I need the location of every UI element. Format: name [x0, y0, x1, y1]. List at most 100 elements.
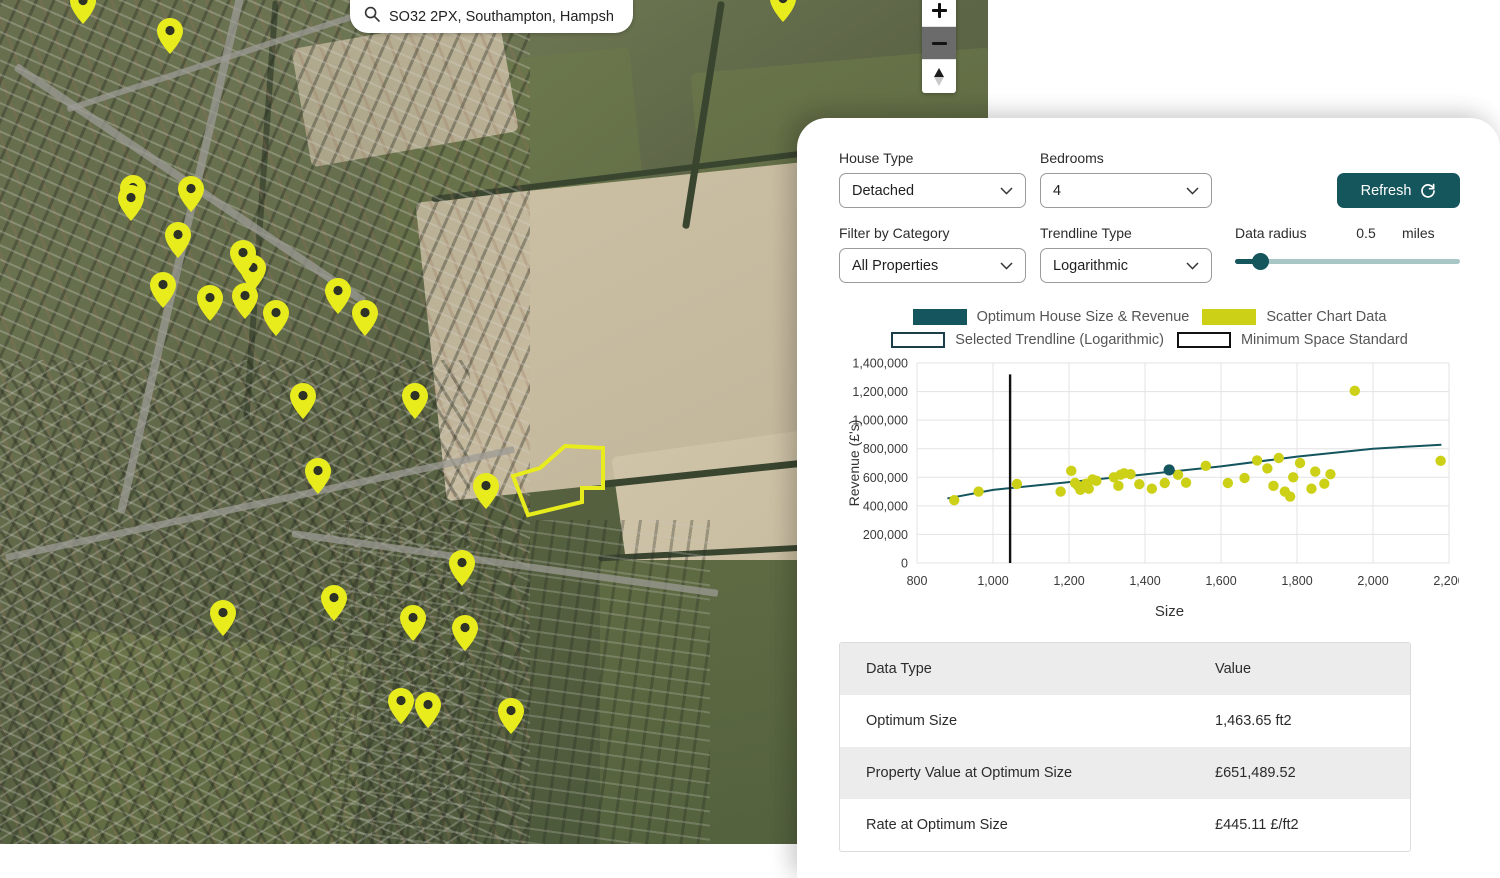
map-pin[interactable]: [210, 600, 236, 636]
scatter-point[interactable]: [1325, 469, 1335, 479]
scatter-point[interactable]: [1350, 386, 1360, 396]
scatter-point[interactable]: [1091, 476, 1101, 486]
map-pin[interactable]: [165, 222, 191, 258]
scatter-point[interactable]: [1113, 481, 1123, 491]
map-pin[interactable]: [178, 176, 204, 212]
scatter-point[interactable]: [1252, 455, 1262, 465]
scatter-point[interactable]: [1262, 463, 1272, 473]
scatter-point[interactable]: [1055, 486, 1065, 496]
slider-thumb[interactable]: [1252, 253, 1269, 270]
table-header-row: Data Type Value: [840, 643, 1410, 695]
scatter-point[interactable]: [1084, 484, 1094, 494]
legend-item-optimum[interactable]: Optimum House Size & Revenue: [913, 309, 1190, 325]
scatter-point[interactable]: [1012, 479, 1022, 489]
map-pin[interactable]: [449, 550, 475, 586]
bedrooms-select[interactable]: 4: [1040, 173, 1212, 208]
map-pin[interactable]: [157, 18, 183, 54]
map-pin[interactable]: [197, 285, 223, 321]
data-radius-label: Data radius: [1235, 225, 1330, 241]
scatter-chart[interactable]: 0200,000400,000600,000800,0001,000,0001,…: [839, 355, 1460, 607]
chevron-down-icon: [1000, 187, 1013, 195]
map-zoom-controls[interactable]: [922, 0, 956, 93]
map-pin[interactable]: [150, 272, 176, 308]
map-pin[interactable]: [305, 458, 331, 494]
scatter-point[interactable]: [1274, 453, 1284, 463]
x-axis-tick-label: 2,000: [1357, 574, 1388, 588]
table-cell-data-type: Property Value at Optimum Size: [840, 765, 1215, 781]
map-pin[interactable]: [388, 688, 414, 724]
trendline-type-label: Trendline Type: [1040, 225, 1212, 241]
scatter-point[interactable]: [1181, 478, 1191, 488]
plus-icon: [932, 3, 947, 18]
x-axis-tick-label: 2,200: [1433, 574, 1459, 588]
table-row: Rate at Optimum Size£445.11 £/ft2: [840, 799, 1410, 851]
scatter-point[interactable]: [1147, 484, 1157, 494]
scatter-point[interactable]: [1066, 466, 1076, 476]
scatter-point[interactable]: [1435, 456, 1445, 466]
map-pin[interactable]: [415, 692, 441, 728]
legend-row-1: Optimum House Size & Revenue Scatter Cha…: [839, 309, 1460, 325]
scatter-point[interactable]: [1310, 466, 1320, 476]
scatter-point[interactable]: [1134, 479, 1144, 489]
zoom-out-button[interactable]: [922, 27, 956, 60]
data-radius-slider[interactable]: [1235, 254, 1460, 268]
map-pin[interactable]: [325, 278, 351, 314]
legend-item-minimum-space[interactable]: Minimum Space Standard: [1177, 332, 1408, 348]
map-pin[interactable]: [290, 383, 316, 419]
scatter-point[interactable]: [1306, 484, 1316, 494]
scatter-point[interactable]: [1319, 479, 1329, 489]
map-pin[interactable]: [321, 585, 347, 621]
filter-category-select[interactable]: All Properties: [839, 248, 1026, 283]
chevron-down-icon: [1186, 262, 1199, 270]
scatter-point[interactable]: [1223, 478, 1233, 488]
legend-swatch-minimum-space: [1177, 332, 1231, 348]
address-search-bar[interactable]: SO32 2PX, Southampton, Hampsh: [350, 0, 633, 33]
scatter-point[interactable]: [1295, 458, 1305, 468]
map-pin[interactable]: [263, 300, 289, 336]
scatter-point[interactable]: [1288, 472, 1298, 482]
scatter-point[interactable]: [1239, 473, 1249, 483]
y-axis-tick-label: 1,200,000: [852, 385, 908, 399]
chart-svg[interactable]: 0200,000400,000600,000800,0001,000,0001,…: [839, 355, 1459, 607]
legend-label-scatter: Scatter Chart Data: [1266, 309, 1386, 325]
map-pin[interactable]: [232, 283, 258, 319]
table-header-value: Value: [1215, 661, 1410, 677]
data-radius-readout: Data radius 0.5 miles: [1235, 225, 1460, 241]
scatter-point[interactable]: [1160, 478, 1170, 488]
map-pin[interactable]: [400, 605, 426, 641]
map-pin[interactable]: [70, 0, 96, 24]
map-pin[interactable]: [352, 300, 378, 336]
data-radius-group: Data radius 0.5 miles: [1226, 225, 1460, 283]
map-pin[interactable]: [473, 473, 499, 509]
table-row: Property Value at Optimum Size£651,489.5…: [840, 747, 1410, 799]
house-type-group: House Type Detached: [839, 150, 1026, 208]
scatter-point[interactable]: [1285, 491, 1295, 501]
scatter-point[interactable]: [1201, 461, 1211, 471]
property-boundary-polygon[interactable]: [500, 440, 620, 530]
compass-button[interactable]: [922, 60, 956, 93]
zoom-in-button[interactable]: [922, 0, 956, 27]
map-pin[interactable]: [118, 185, 144, 221]
y-axis-tick-label: 1,400,000: [852, 357, 908, 371]
refresh-button[interactable]: Refresh: [1337, 173, 1460, 208]
trendline-type-group: Trendline Type Logarithmic: [1040, 225, 1212, 283]
map-pin[interactable]: [402, 383, 428, 419]
scatter-point[interactable]: [973, 486, 983, 496]
search-input-value[interactable]: SO32 2PX, Southampton, Hampsh: [389, 9, 614, 25]
scatter-point[interactable]: [1268, 481, 1278, 491]
house-type-select[interactable]: Detached: [839, 173, 1026, 208]
legend-swatch-scatter: [1202, 309, 1256, 325]
optimum-point[interactable]: [1164, 464, 1175, 475]
legend-label-minimum-space: Minimum Space Standard: [1241, 332, 1408, 348]
table-cell-data-type: Rate at Optimum Size: [840, 817, 1215, 833]
map-pin[interactable]: [498, 698, 524, 734]
scatter-point[interactable]: [1125, 469, 1135, 479]
legend-item-scatter[interactable]: Scatter Chart Data: [1202, 309, 1386, 325]
legend-swatch-optimum: [913, 309, 967, 325]
map-pin[interactable]: [770, 0, 796, 22]
map-pin[interactable]: [230, 240, 256, 276]
trendline-type-select[interactable]: Logarithmic: [1040, 248, 1212, 283]
legend-item-trendline[interactable]: Selected Trendline (Logarithmic): [891, 332, 1164, 348]
map-pin[interactable]: [452, 615, 478, 651]
scatter-point[interactable]: [949, 495, 959, 505]
